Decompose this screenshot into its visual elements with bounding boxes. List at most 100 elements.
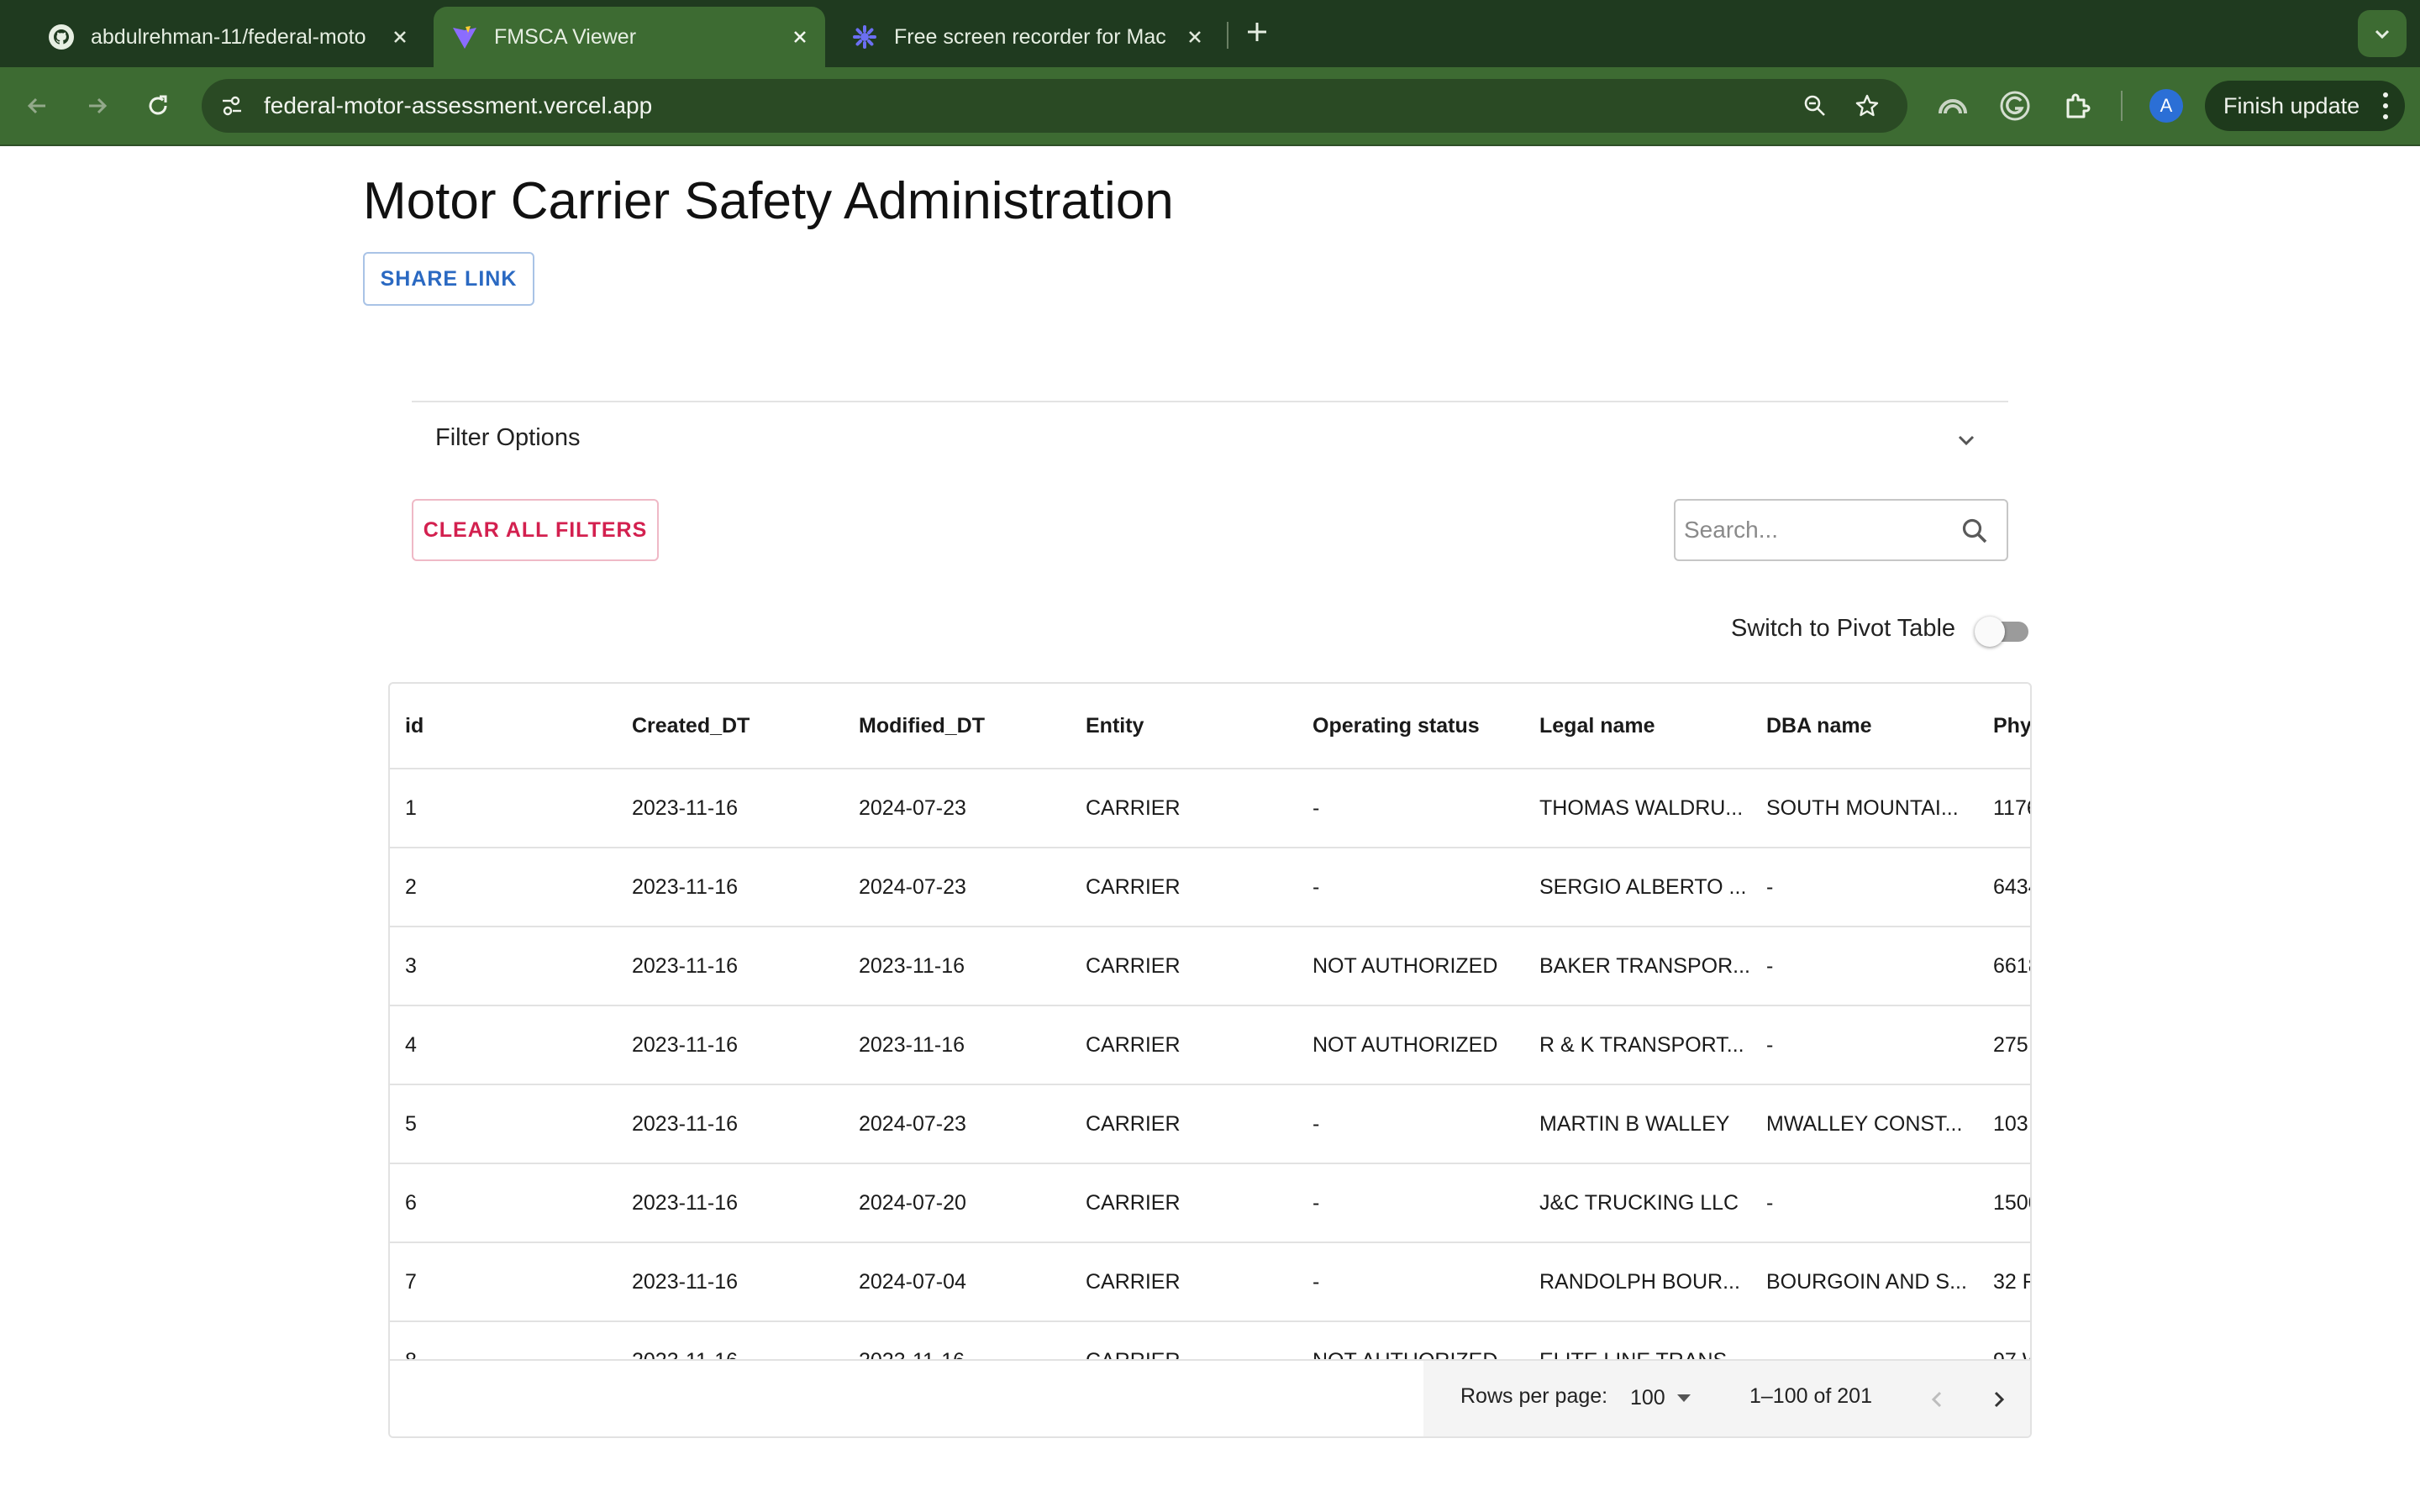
- column-header[interactable]: Operating status: [1313, 684, 1523, 768]
- table-row[interactable]: 5 2023-11-16 2024-07-23 CARRIER - MARTIN B WA…: [390, 1085, 2030, 1164]
- table-row[interactable]: 6 2023-11-16 2024-07-20 CARRIER - J&C TRUCKIN…: [390, 1164, 2030, 1243]
- column-header[interactable]: Entity: [1086, 684, 1296, 768]
- reload-icon[interactable]: [138, 86, 178, 126]
- pivot-switch-label: Switch to Pivot Table: [1731, 615, 1956, 642]
- table-cell: ELITE LINE TRANS...: [1539, 1322, 1749, 1360]
- table-cell: 2023-11-16: [632, 953, 739, 978]
- table-cell: 2023-11-16: [632, 795, 739, 820]
- table-cell: 2023-11-16: [859, 1032, 965, 1057]
- previous-page-button[interactable]: [1918, 1379, 1958, 1420]
- table-header-row: id Created_DT Modified_DT Entity Operating s…: [390, 684, 2030, 769]
- table-cell: 1176: [1993, 795, 2030, 820]
- extensions-puzzle-icon[interactable]: [2059, 87, 2096, 124]
- table-cell: RANDOLPH BOUR...: [1539, 1269, 1740, 1294]
- table-cell: 3: [405, 953, 417, 978]
- chevron-down-icon: [2375, 29, 2390, 39]
- table-cell: 275: [1993, 1032, 2028, 1057]
- table-row[interactable]: 1 2023-11-16 2024-07-23 CARRIER - THOMAS WALD…: [390, 769, 2030, 848]
- search-field: [1674, 499, 2008, 561]
- table-cell: 2024-07-23: [859, 795, 966, 820]
- table-cell: 1: [405, 795, 417, 820]
- table-cell: CARRIER: [1086, 874, 1181, 899]
- search-input[interactable]: [1684, 509, 1944, 551]
- table-cell: THOMAS WALDRU...: [1539, 795, 1744, 820]
- table-cell: NOT AUTHORIZED: [1313, 1032, 1498, 1057]
- extension-rainbow-icon[interactable]: [1934, 87, 1971, 124]
- table-cell: 2024-07-20: [859, 1190, 966, 1215]
- search-icon[interactable]: [1958, 514, 1991, 548]
- table-row[interactable]: 2 2023-11-16 2024-07-23 CARRIER - SERGIO ALBE…: [390, 848, 2030, 927]
- address-bar[interactable]: federal-motor-assessment.vercel.app: [202, 79, 1907, 133]
- rows-per-page-value: 100: [1630, 1385, 1665, 1410]
- site-settings-icon[interactable]: [215, 89, 249, 123]
- table-cell: 2023-11-16: [632, 874, 739, 899]
- table-row[interactable]: 7 2023-11-16 2024-07-04 CARRIER - RANDOLPH BO…: [390, 1243, 2030, 1322]
- zoom-icon[interactable]: [1798, 89, 1832, 123]
- chevron-down-icon[interactable]: [1949, 423, 1983, 457]
- pagination-footer: Rows per page: 100 1–100 of 201: [390, 1359, 2030, 1436]
- column-header[interactable]: Modified_DT: [859, 684, 1069, 768]
- table-cell: -: [1313, 874, 1320, 899]
- back-icon[interactable]: [17, 86, 57, 126]
- data-grid: id Created_DT Modified_DT Entity Operating s…: [388, 682, 2032, 1438]
- finish-update-button[interactable]: Finish update: [2205, 81, 2405, 131]
- tab-screen-recorder[interactable]: Free screen recorder for Mac: [834, 7, 1220, 67]
- pivot-table-toggle[interactable]: [1975, 617, 2030, 647]
- bookmark-star-icon[interactable]: [1850, 89, 1884, 123]
- grammarly-icon[interactable]: [1996, 87, 2033, 124]
- rows-per-page-select[interactable]: 100: [1625, 1376, 1701, 1420]
- finish-update-label: Finish update: [2223, 92, 2360, 118]
- table-cell: 2023-11-16: [632, 1190, 739, 1215]
- table-cell: 6618: [1993, 953, 2030, 978]
- caret-down-icon: [1676, 1394, 1691, 1402]
- table-cell: 6434: [1993, 874, 2030, 899]
- rows-per-page-label: Rows per page:: [1460, 1384, 1608, 1408]
- tab-fmsca-viewer[interactable]: FMSCA Viewer: [434, 7, 825, 67]
- table-cell: J&C TRUCKING LLC: [1539, 1190, 1739, 1215]
- table-cell: 5: [405, 1111, 417, 1136]
- more-menu-icon[interactable]: [2381, 92, 2390, 119]
- browser-toolbar: federal-motor-assessment.vercel.app: [0, 67, 2420, 146]
- table-cell: -: [1313, 795, 1320, 820]
- table-row[interactable]: 3 2023-11-16 2023-11-16 CARRIER NOT AUTHORIZ…: [390, 927, 2030, 1006]
- table-cell: -: [1766, 874, 1774, 899]
- table-cell: 7: [405, 1269, 417, 1294]
- column-header[interactable]: Created_DT: [632, 684, 842, 768]
- forward-icon[interactable]: [77, 86, 118, 126]
- tab-github[interactable]: abdulrehman-11/federal-moto: [30, 7, 425, 67]
- table-cell: 6: [405, 1190, 417, 1215]
- page-title: Motor Carrier Safety Administration: [363, 172, 1174, 230]
- table-cell: 1500: [1993, 1190, 2030, 1215]
- table-cell: -: [1766, 1190, 1774, 1215]
- table-row[interactable]: 4 2023-11-16 2023-11-16 CARRIER NOT AUTHORIZ…: [390, 1006, 2030, 1085]
- close-tab-icon[interactable]: [786, 24, 813, 50]
- chevron-right-icon: [1994, 1391, 2005, 1408]
- tab-title: Free screen recorder for Mac: [894, 24, 1166, 49]
- table-cell: 2023-11-16: [632, 1111, 739, 1136]
- table-cell: CARRIER: [1086, 1269, 1181, 1294]
- tab-search-button[interactable]: [2358, 10, 2407, 57]
- browser-tab-strip: abdulrehman-11/federal-moto FMSCA Viewer…: [0, 0, 2420, 67]
- column-header[interactable]: Legal name: [1539, 684, 1749, 768]
- table-cell: CARRIER: [1086, 953, 1181, 978]
- column-header[interactable]: id: [405, 684, 615, 768]
- column-header[interactable]: DBA name: [1766, 684, 1976, 768]
- table-cell: CARRIER: [1086, 1111, 1181, 1136]
- table-cell: CARRIER: [1086, 1190, 1181, 1215]
- pagination-range: 1–100 of 201: [1749, 1384, 1872, 1408]
- clear-all-filters-button[interactable]: CLEAR ALL FILTERS: [412, 499, 659, 561]
- share-link-button[interactable]: SHARE LINK: [363, 252, 534, 306]
- profile-avatar[interactable]: A: [2149, 89, 2183, 123]
- filter-options-toggle[interactable]: Filter Options: [435, 424, 580, 452]
- table-row[interactable]: 8 2023-11-16 2023-11-16 CARRIER NOT AUTHORIZ…: [390, 1322, 2030, 1360]
- column-header[interactable]: Phys: [1993, 684, 2030, 768]
- close-tab-icon[interactable]: [1181, 24, 1208, 50]
- grid-body: id Created_DT Modified_DT Entity Operating s…: [390, 684, 2030, 1359]
- table-cell: 32 R: [1993, 1269, 2030, 1294]
- close-tab-icon[interactable]: [387, 24, 413, 50]
- new-tab-icon[interactable]: [1242, 17, 1272, 47]
- vite-icon: [450, 23, 479, 51]
- next-page-button[interactable]: [1978, 1379, 2018, 1420]
- recorder-icon: [850, 23, 879, 51]
- table-cell: 2024-07-04: [859, 1269, 966, 1294]
